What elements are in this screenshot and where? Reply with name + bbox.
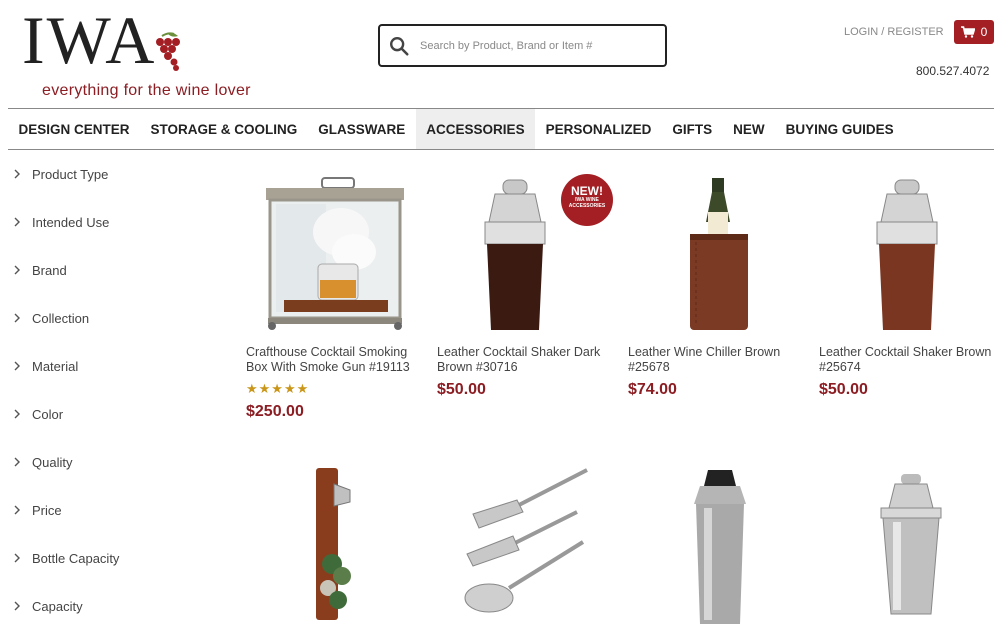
product-image[interactable]: [246, 172, 426, 337]
product-image[interactable]: NEW! IWA WINE ACCESSORIES: [437, 172, 617, 337]
product-name[interactable]: Leather Cocktail Shaker Dark Brown #3071…: [437, 345, 617, 375]
wine-chiller-image: [690, 178, 748, 330]
cart-button[interactable]: 0: [954, 20, 994, 44]
chevron-right-icon: [14, 217, 20, 227]
product-card[interactable]: NEW! IWA WINE ACCESSORIES Leather Cockta…: [437, 172, 617, 399]
chevron-right-icon: [14, 313, 20, 323]
filter-intended-use[interactable]: Intended Use: [12, 198, 212, 246]
chevron-right-icon: [14, 505, 20, 515]
product-image[interactable]: [628, 172, 808, 337]
search-input[interactable]: [420, 39, 650, 52]
cobbler-shaker-image: [880, 474, 942, 615]
filter-label: Material: [32, 358, 79, 374]
filter-price[interactable]: Price: [12, 486, 212, 534]
product-image[interactable]: [628, 464, 808, 628]
product-image[interactable]: [246, 464, 426, 628]
filter-label: Collection: [32, 310, 90, 326]
chevron-right-icon: [14, 361, 20, 371]
filter-bottle-capacity[interactable]: Bottle Capacity: [12, 534, 212, 582]
filter-product-type[interactable]: Product Type: [12, 150, 212, 198]
cart-icon: [960, 26, 975, 38]
phone-number[interactable]: 800.527.4072: [916, 64, 989, 78]
nav-design-center[interactable]: DESIGN CENTER: [8, 109, 140, 149]
filter-label: Color: [32, 406, 64, 422]
filter-label: Quality: [32, 454, 73, 470]
shaker-brown-image: [876, 179, 938, 330]
chevron-right-icon: [14, 169, 20, 179]
product-name[interactable]: Leather Wine Chiller Brown #25678: [628, 345, 808, 375]
filter-collection[interactable]: Collection: [12, 294, 212, 342]
nav-glassware[interactable]: GLASSWARE: [308, 109, 416, 149]
filter-capacity[interactable]: Capacity: [12, 582, 212, 628]
nav-storage-cooling[interactable]: STORAGE & COOLING: [140, 109, 308, 149]
chevron-right-icon: [14, 265, 20, 275]
tagline: everything for the wine lover: [42, 82, 251, 99]
filter-label: Price: [32, 502, 62, 518]
rating-stars: ★★★★★: [246, 381, 310, 396]
filter-label: Brand: [32, 262, 67, 278]
product-image[interactable]: [819, 464, 999, 628]
product-price: $50.00: [819, 381, 868, 398]
absinthe-spoons-image: [464, 468, 588, 613]
product-card[interactable]: [246, 464, 426, 628]
chevron-right-icon: [14, 601, 20, 611]
search-box[interactable]: [378, 24, 667, 67]
product-card[interactable]: Crafthouse Cocktail Smoking Box With Smo…: [246, 172, 426, 421]
search-icon[interactable]: [388, 35, 410, 57]
filter-sidebar: Product Type Intended Use Brand Collecti…: [12, 150, 212, 628]
grapes-icon: [156, 32, 180, 71]
logo[interactable]: IWA everything for the wine lover: [22, 2, 262, 99]
nav-new[interactable]: NEW: [723, 109, 776, 149]
new-badge: NEW! IWA WINE ACCESSORIES: [561, 174, 613, 226]
product-price: $50.00: [437, 381, 486, 398]
product-card[interactable]: [819, 464, 999, 628]
filter-color[interactable]: Color: [12, 390, 212, 438]
nav-accessories[interactable]: ACCESSORIES: [415, 109, 536, 149]
steel-shaker-image: [694, 470, 746, 624]
chevron-right-icon: [14, 457, 20, 467]
logo-text: IWA: [22, 2, 157, 78]
product-card[interactable]: [628, 464, 808, 628]
nav-personalized[interactable]: PERSONALIZED: [535, 109, 662, 149]
nav-buying-guides[interactable]: BUYING GUIDES: [775, 109, 904, 149]
product-price: $250.00: [246, 403, 304, 420]
product-name[interactable]: Crafthouse Cocktail Smoking Box With Smo…: [246, 345, 426, 375]
filter-label: Capacity: [32, 598, 83, 614]
product-price: $74.00: [628, 381, 677, 398]
main-nav: DESIGN CENTER STORAGE & COOLING GLASSWAR…: [8, 108, 994, 150]
nav-gifts[interactable]: GIFTS: [662, 109, 723, 149]
cart-count: 0: [980, 25, 988, 39]
product-name[interactable]: Leather Cocktail Shaker Brown #25674: [819, 345, 999, 375]
chevron-right-icon: [14, 553, 20, 563]
smoking-box-image: [266, 177, 404, 330]
filter-quality[interactable]: Quality: [12, 438, 212, 486]
product-card[interactable]: Leather Cocktail Shaker Brown #25674 $50…: [819, 172, 999, 399]
badge-text: NEW!: [571, 184, 603, 198]
login-register-link[interactable]: LOGIN / REGISTER: [844, 26, 944, 38]
product-image[interactable]: [437, 464, 617, 628]
product-image[interactable]: [819, 172, 999, 337]
filter-label: Bottle Capacity: [32, 550, 120, 566]
filter-material[interactable]: Material: [12, 342, 212, 390]
badge-subtext: IWA WINE ACCESSORIES: [568, 197, 606, 209]
bottle-opener-image: [316, 468, 351, 620]
filter-label: Intended Use: [32, 214, 110, 230]
filter-label: Product Type: [32, 166, 109, 182]
product-card[interactable]: [437, 464, 617, 628]
chevron-right-icon: [14, 409, 20, 419]
product-card[interactable]: Leather Wine Chiller Brown #25678 $74.00: [628, 172, 808, 399]
filter-brand[interactable]: Brand: [12, 246, 212, 294]
